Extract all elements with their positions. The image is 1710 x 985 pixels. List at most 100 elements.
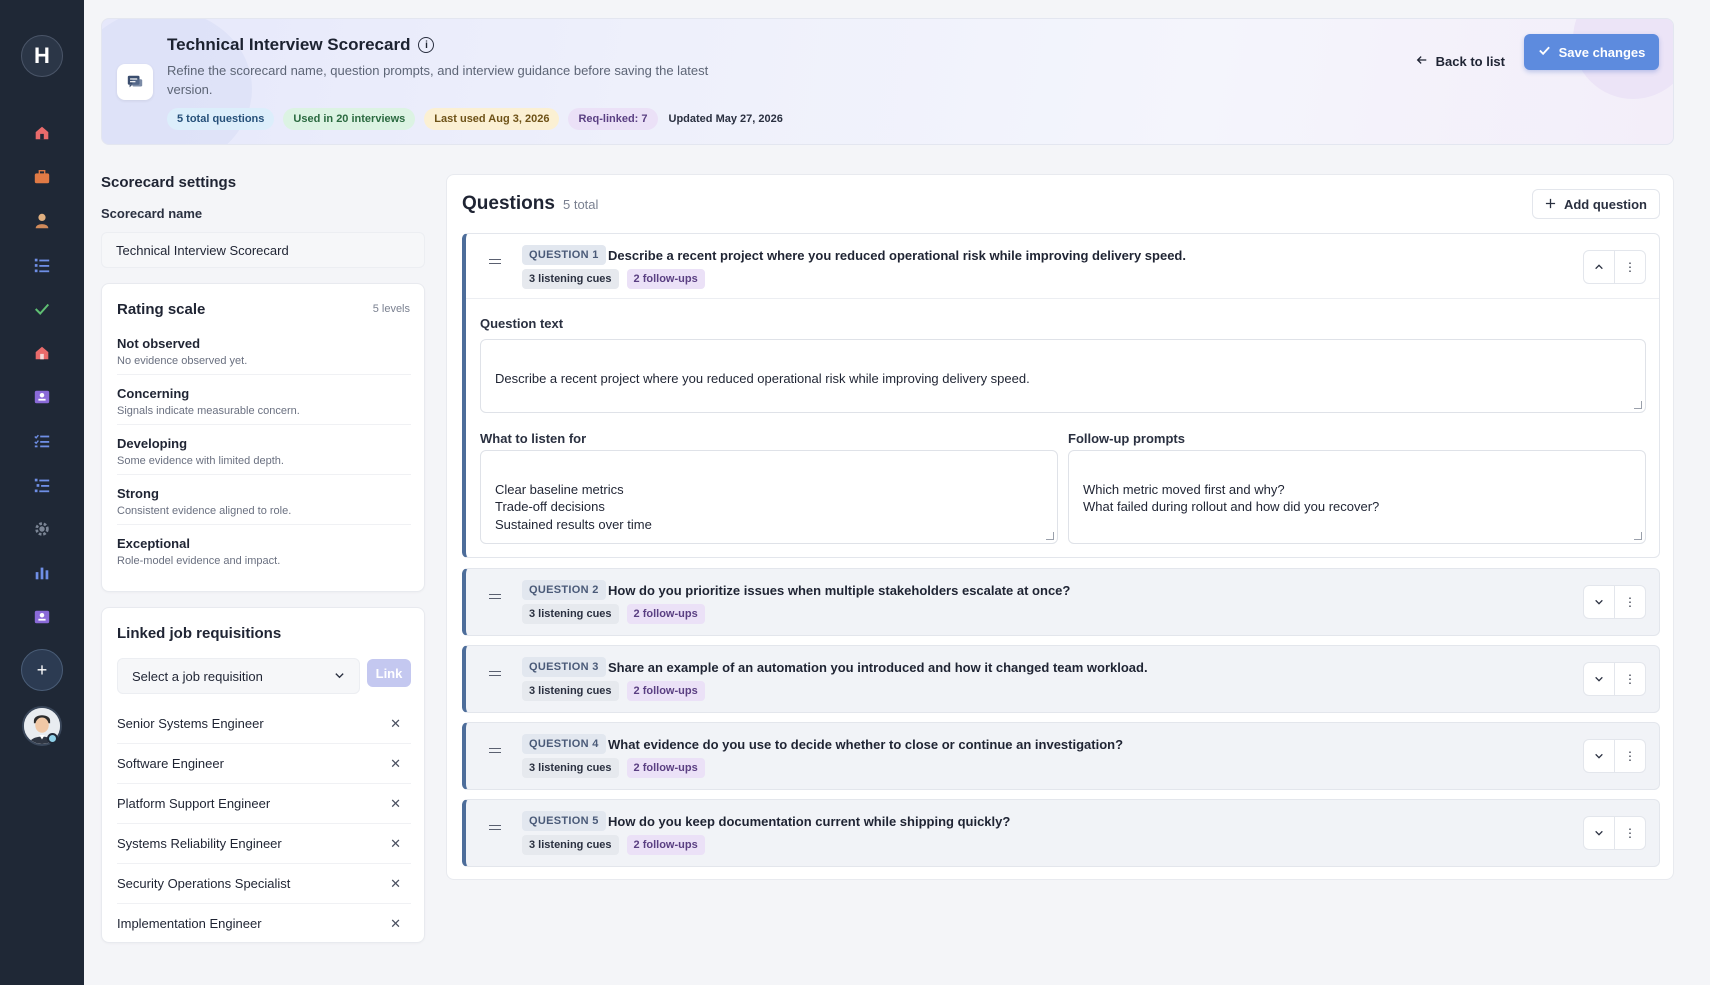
drag-handle-icon[interactable] [489,259,501,264]
user-icon[interactable] [31,210,53,232]
remove-icon[interactable]: ✕ [390,916,411,932]
remove-icon[interactable]: ✕ [390,716,411,732]
profile-card-icon[interactable] [31,606,53,628]
chevron-down-icon[interactable] [1584,663,1615,695]
requisition-select[interactable]: Select a job requisition [117,658,360,694]
last-used-badge: Last used Aug 3, 2026 [424,108,560,130]
question-number: QUESTION 2 [522,580,606,600]
rating-scale-title: Rating scale [117,301,206,318]
chevron-down-icon [334,669,345,684]
drag-handle-icon[interactable] [489,671,501,676]
followup-prompts-field[interactable]: Which metric moved first and why? What f… [1068,450,1646,544]
header-card: Technical Interview Scorecard i Refine t… [101,18,1674,145]
requisition-item: Implementation Engineer ✕ [117,904,411,942]
remove-icon[interactable]: ✕ [390,796,411,812]
settings-title: Scorecard settings [101,174,237,191]
rating-level: Strong Consistent evidence aligned to ro… [117,486,411,525]
chevron-down-icon[interactable] [1584,740,1615,772]
chevron-up-icon[interactable] [1584,251,1615,283]
more-options-icon[interactable]: ⋮ [1615,663,1645,695]
remove-icon[interactable]: ✕ [390,836,411,852]
briefcase-icon[interactable] [31,166,53,188]
more-options-icon[interactable]: ⋮ [1615,251,1645,283]
usage-badge: Used in 20 interviews [283,108,416,130]
drag-handle-icon[interactable] [489,825,501,830]
question-card[interactable]: QUESTION 4 What evidence do you use to d… [462,722,1660,790]
drag-handle-icon[interactable] [489,594,501,599]
resize-handle-icon[interactable] [1046,532,1054,540]
listen-for-label: What to listen for [480,431,587,446]
scorecard-name-input[interactable]: Technical Interview Scorecard [101,232,425,268]
listen-for-value: Clear baseline metrics Trade-off decisio… [495,481,652,532]
requisition-name: Senior Systems Engineer [117,716,264,731]
question-card: QUESTION 1 Describe a recent project whe… [462,233,1660,558]
question-actions: ⋮ [1583,816,1646,850]
rating-levels-count: 5 levels [372,303,410,315]
question-title[interactable]: Describe a recent project where you redu… [608,248,1186,263]
listen-for-field[interactable]: Clear baseline metrics Trade-off decisio… [480,450,1058,544]
question-card[interactable]: QUESTION 2 How do you prioritize issues … [462,568,1660,636]
id-card-icon[interactable] [31,386,53,408]
requisition-name: Systems Reliability Engineer [117,836,282,851]
requisition-select-value: Select a job requisition [132,668,263,684]
requisition-item: Security Operations Specialist ✕ [117,864,411,904]
more-options-icon[interactable]: ⋮ [1615,817,1645,849]
question-title[interactable]: What evidence do you use to decide wheth… [608,737,1123,752]
checklist-icon[interactable] [31,430,53,452]
follow-ups-badge: 2 follow-ups [626,681,705,701]
question-card[interactable]: QUESTION 3 Share an example of an automa… [462,645,1660,713]
listening-cues-badge: 3 listening cues [522,758,619,778]
remove-icon[interactable]: ✕ [390,756,411,772]
requisition-item: Software Engineer ✕ [117,744,411,784]
tree-list-icon[interactable] [31,474,53,496]
check-icon[interactable] [31,298,53,320]
question-title[interactable]: Share an example of an automation you in… [608,660,1148,675]
rating-scale-card: Rating scale 5 levels Not observed No ev… [101,283,425,592]
question-actions: ⋮ [1583,585,1646,619]
followup-prompts-label: Follow-up prompts [1068,431,1185,446]
divider [466,298,1659,299]
back-to-list-button[interactable]: Back to list [1416,43,1505,79]
question-actions: ⋮ [1583,739,1646,773]
rating-level-desc: No evidence observed yet. [117,355,248,367]
list-icon[interactable] [31,254,53,276]
resize-handle-icon[interactable] [1634,532,1642,540]
requisition-name: Security Operations Specialist [117,876,291,891]
gear-icon[interactable] [31,518,53,540]
remove-icon[interactable]: ✕ [390,876,411,892]
online-status-dot [47,733,58,744]
save-changes-button[interactable]: Save changes [1524,34,1659,70]
rating-level-desc: Signals indicate measurable concern. [117,405,300,417]
more-options-icon[interactable]: ⋮ [1615,586,1645,618]
question-title[interactable]: How do you prioritize issues when multip… [608,583,1070,598]
chevron-down-icon[interactable] [1584,586,1615,618]
question-number: QUESTION 1 [522,245,606,265]
resize-handle-icon[interactable] [1634,401,1642,409]
link-requisition-button[interactable]: Link [367,659,411,687]
app-logo[interactable]: H [21,35,63,77]
listening-cues-badge: 3 listening cues [522,604,619,624]
updated-date: Updated May 27, 2026 [668,113,783,125]
linked-requisitions-card: Linked job requisitions Select a job req… [101,607,425,943]
question-actions: ⋮ [1583,250,1646,284]
rating-level: Developing Some evidence with limited de… [117,436,411,475]
requisition-name: Implementation Engineer [117,916,262,931]
header-badges: 5 total questions Used in 20 interviews … [167,108,793,130]
home-icon[interactable] [31,122,53,144]
question-title[interactable]: How do you keep documentation current wh… [608,814,1010,829]
page-title-text: Technical Interview Scorecard [167,35,411,54]
bar-chart-icon[interactable] [31,562,53,584]
rating-level-name: Concerning [117,386,190,401]
chevron-down-icon[interactable] [1584,817,1615,849]
question-text-field[interactable]: Describe a recent project where you redu… [480,339,1646,413]
drag-handle-icon[interactable] [489,748,501,753]
question-card[interactable]: QUESTION 5 How do you keep documentation… [462,799,1660,867]
info-icon[interactable]: i [418,37,435,53]
listening-cues-badge: 3 listening cues [522,681,619,701]
more-options-icon[interactable]: ⋮ [1615,740,1645,772]
questions-panel: Questions 5 total Add question QUESTION … [446,174,1674,880]
add-question-button[interactable]: Add question [1531,189,1660,219]
add-button[interactable]: + [21,649,63,691]
question-meta: 3 listening cues 2 follow-ups [522,835,705,855]
building-icon[interactable] [31,342,53,364]
